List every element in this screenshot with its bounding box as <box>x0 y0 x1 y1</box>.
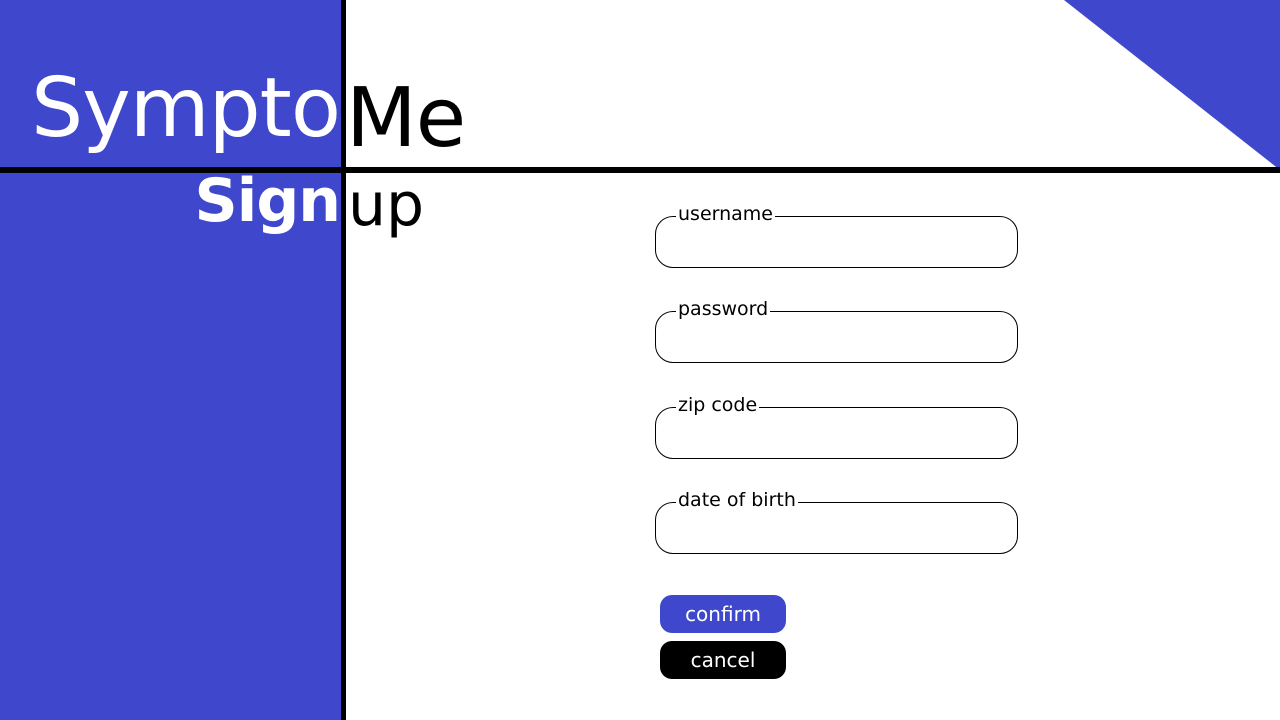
page-heading-sign: Sign <box>194 166 341 236</box>
horizontal-divider <box>0 167 1280 173</box>
date-of-birth-input[interactable] <box>670 517 1003 545</box>
password-field[interactable]: password <box>655 299 1018 363</box>
page-heading-up: up <box>348 170 425 240</box>
username-field[interactable]: username <box>655 204 1018 268</box>
cancel-button[interactable]: cancel <box>660 641 786 679</box>
corner-decoration <box>1064 0 1280 170</box>
date-of-birth-label: date of birth <box>676 489 798 511</box>
app-title-sympto: Sympto <box>31 61 341 156</box>
password-label: password <box>676 298 771 320</box>
signup-page: Sympto Me Sign up username password zip … <box>0 0 1280 720</box>
zip-code-input[interactable] <box>670 422 1003 450</box>
date-of-birth-field[interactable]: date of birth <box>655 490 1018 554</box>
app-title-me: Me <box>346 71 466 166</box>
confirm-button[interactable]: confirm <box>660 595 786 633</box>
password-input[interactable] <box>670 326 1003 354</box>
zip-code-label: zip code <box>676 394 760 416</box>
username-label: username <box>676 203 775 225</box>
zip-code-field[interactable]: zip code <box>655 395 1018 459</box>
username-input[interactable] <box>670 231 1003 259</box>
